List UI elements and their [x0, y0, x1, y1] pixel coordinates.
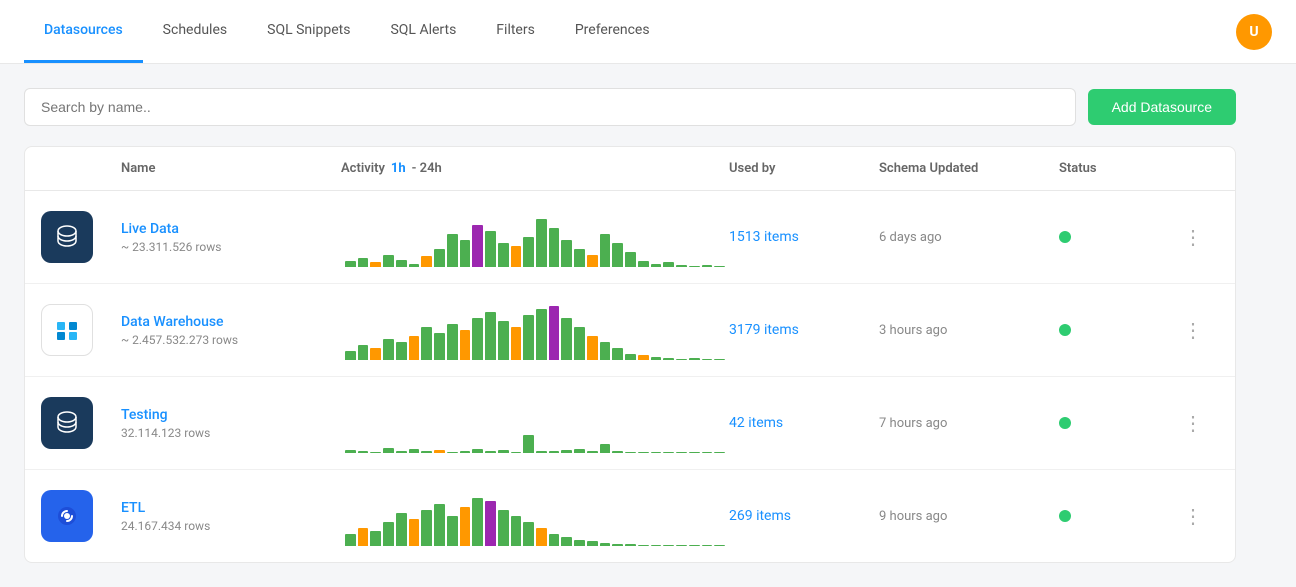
ds-icon-etl — [41, 490, 121, 542]
ds-used-by-etl[interactable]: 269 items — [729, 508, 879, 524]
ds-info-data-warehouse: Data Warehouse ~ 2.457.532.273 rows — [121, 314, 341, 347]
status-dot — [1059, 231, 1071, 243]
ds-name[interactable]: ETL — [121, 500, 341, 516]
ds-rows: 32.114.123 rows — [121, 426, 341, 440]
more-button[interactable]: ⋮ — [1179, 314, 1207, 347]
ds-name[interactable]: Live Data — [121, 221, 341, 237]
ds-schema-data-warehouse: 3 hours ago — [879, 323, 1059, 338]
ds-name[interactable]: Data Warehouse — [121, 314, 341, 330]
datasources-table: Name Activity 1h - 24h Used by Schema Up… — [24, 146, 1236, 563]
search-input[interactable] — [24, 88, 1076, 126]
col-activity: Activity 1h - 24h — [341, 161, 729, 176]
col-schema-updated: Schema Updated — [879, 161, 1059, 176]
status-dot — [1059, 324, 1071, 336]
table-row: ETL 24.167.434 rows — [25, 470, 1235, 562]
tab-sql-snippets[interactable]: SQL Snippets — [247, 0, 370, 63]
col-name: Name — [121, 161, 341, 176]
table-row: Testing 32.114.123 rows — [25, 377, 1235, 470]
ds-icon-data-warehouse — [41, 304, 121, 356]
ds-more-live-data[interactable]: ⋮ — [1179, 221, 1219, 254]
user-avatar[interactable]: U — [1236, 14, 1272, 50]
more-button[interactable]: ⋮ — [1179, 500, 1207, 533]
ds-activity-data-warehouse — [341, 300, 729, 360]
table-row: Data Warehouse ~ 2.457.532.273 rows — [25, 284, 1235, 377]
status-dot — [1059, 417, 1071, 429]
ds-icon-live-data — [41, 211, 121, 263]
ds-used-by-data-warehouse[interactable]: 3179 items — [729, 322, 879, 338]
table-header: Name Activity 1h - 24h Used by Schema Up… — [25, 147, 1235, 191]
tab-datasources[interactable]: Datasources — [24, 0, 143, 63]
ds-status-etl — [1059, 510, 1179, 522]
ds-schema-testing: 7 hours ago — [879, 416, 1059, 431]
col-status: Status — [1059, 161, 1179, 176]
tab-filters[interactable]: Filters — [476, 0, 555, 63]
ds-more-testing[interactable]: ⋮ — [1179, 407, 1219, 440]
toolbar: Add Datasource — [24, 88, 1236, 126]
tab-schedules[interactable]: Schedules — [143, 0, 247, 63]
ds-more-data-warehouse[interactable]: ⋮ — [1179, 314, 1219, 347]
ds-activity-live-data — [341, 207, 729, 267]
col-used-by: Used by — [729, 161, 879, 176]
ds-icon-testing — [41, 397, 121, 449]
status-dot — [1059, 510, 1071, 522]
ds-rows: ~ 23.311.526 rows — [121, 240, 341, 254]
ds-used-by-live-data[interactable]: 1513 items — [729, 229, 879, 245]
ds-activity-testing — [341, 393, 729, 453]
ds-schema-live-data: 6 days ago — [879, 230, 1059, 245]
ds-more-etl[interactable]: ⋮ — [1179, 500, 1219, 533]
ds-info-etl: ETL 24.167.434 rows — [121, 500, 341, 533]
main-content: Add Datasource Name Activity 1h - 24h Us… — [0, 64, 1260, 587]
ds-info-live-data: Live Data ~ 23.311.526 rows — [121, 221, 341, 254]
table-row: Live Data ~ 23.311.526 rows — [25, 191, 1235, 284]
ds-rows: 24.167.434 rows — [121, 519, 341, 533]
ds-status-testing — [1059, 417, 1179, 429]
ds-rows: ~ 2.457.532.273 rows — [121, 333, 341, 347]
nav-tabs: Datasources Schedules SQL Snippets SQL A… — [24, 0, 670, 63]
ds-used-by-testing[interactable]: 42 items — [729, 415, 879, 431]
ds-status-data-warehouse — [1059, 324, 1179, 336]
ds-activity-etl — [341, 486, 729, 546]
ds-status-live-data — [1059, 231, 1179, 243]
more-button[interactable]: ⋮ — [1179, 407, 1207, 440]
tab-preferences[interactable]: Preferences — [555, 0, 670, 63]
col-activity-label: Activity — [341, 161, 385, 176]
activity-toggle[interactable]: 1h — [391, 161, 406, 176]
ds-schema-etl: 9 hours ago — [879, 509, 1059, 524]
add-datasource-button[interactable]: Add Datasource — [1088, 89, 1236, 125]
more-button[interactable]: ⋮ — [1179, 221, 1207, 254]
tab-sql-alerts[interactable]: SQL Alerts — [370, 0, 476, 63]
top-nav: Datasources Schedules SQL Snippets SQL A… — [0, 0, 1296, 64]
ds-info-testing: Testing 32.114.123 rows — [121, 407, 341, 440]
activity-separator: - 24h — [412, 161, 442, 176]
ds-name[interactable]: Testing — [121, 407, 341, 423]
